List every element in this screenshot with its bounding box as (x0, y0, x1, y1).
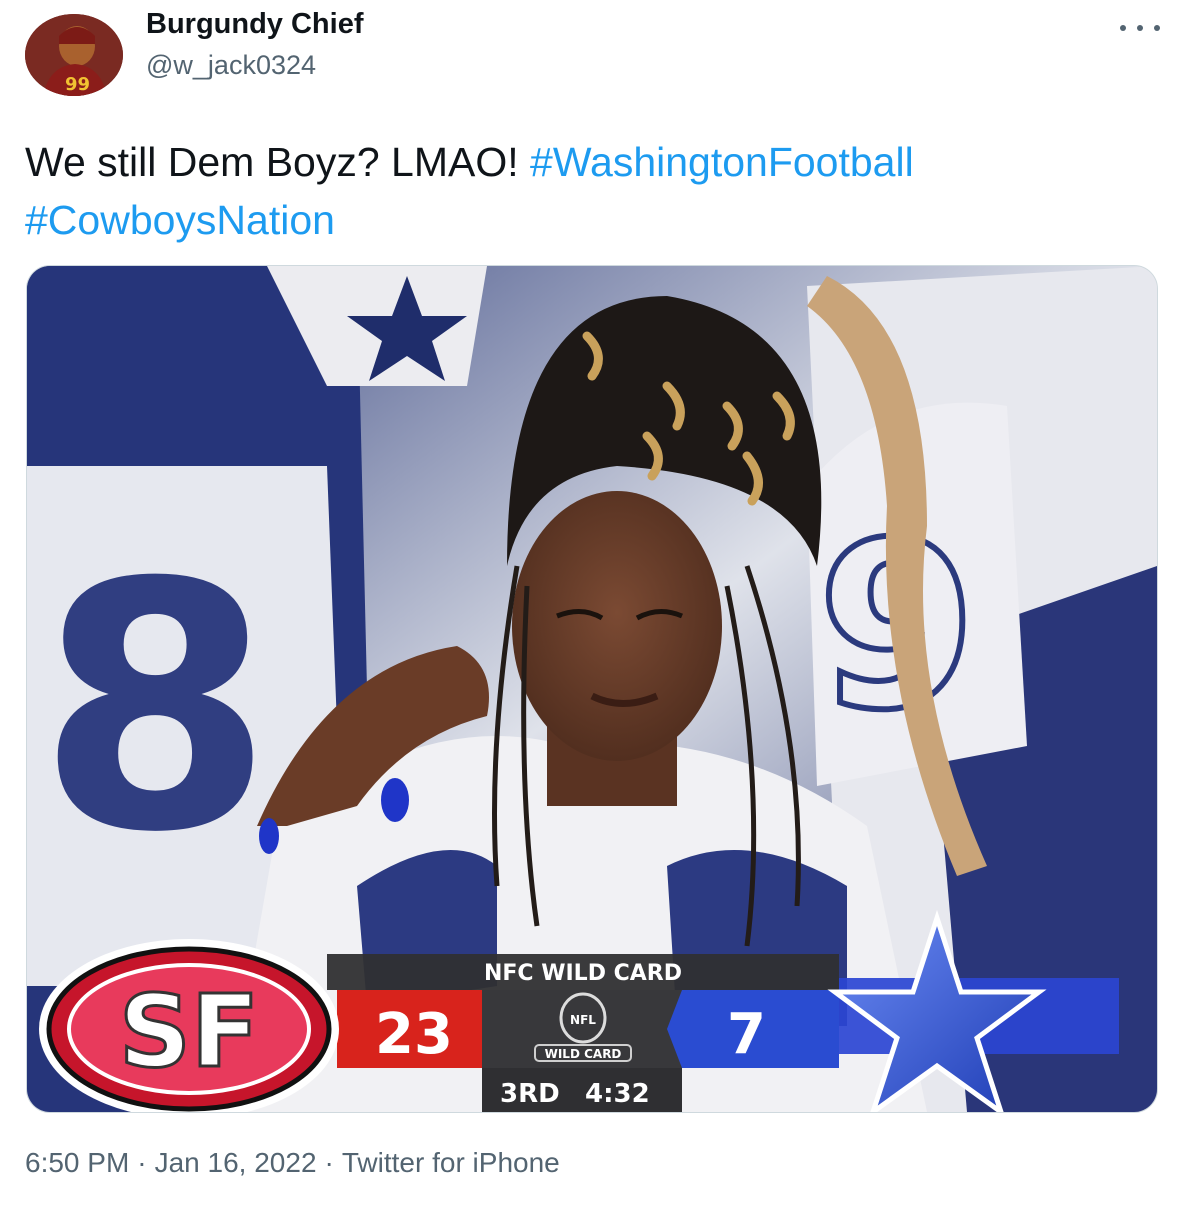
more-dot (1137, 25, 1143, 31)
author-display-name[interactable]: Burgundy Chief (146, 8, 364, 41)
more-options-icon[interactable] (1120, 16, 1160, 40)
author-handle[interactable]: @w_jack0324 (146, 50, 316, 81)
score-left: 23 (375, 1002, 453, 1067)
tweet-date[interactable]: Jan 16, 2022 (155, 1147, 317, 1178)
game-period: 3RD (500, 1079, 560, 1109)
tweet-time[interactable]: 6:50 PM (25, 1147, 129, 1178)
nfl-mark: NFL (570, 1013, 596, 1027)
team-left-logo-text: SF (119, 973, 259, 1090)
more-dot (1120, 25, 1126, 31)
wild-card-badge: WILD CARD (545, 1047, 622, 1061)
tweet-photo[interactable]: 8 9 (26, 265, 1158, 1113)
meta-separator: · (324, 1147, 334, 1178)
author-avatar[interactable]: 99 (25, 14, 123, 96)
scorebug-title: NFC WILD CARD (484, 961, 682, 986)
tweet-body: We still Dem Boyz? LMAO! (25, 139, 531, 185)
tweet-text: We still Dem Boyz? LMAO! #WashingtonFoot… (25, 133, 1145, 249)
hashtag-link[interactable]: #WashingtonFootball (530, 139, 914, 185)
tweet-source[interactable]: Twitter for iPhone (342, 1147, 560, 1178)
tweet-meta: 6:50 PM · Jan 16, 2022 · Twitter for iPhone (25, 1147, 560, 1179)
more-dot (1154, 25, 1160, 31)
meta-separator: · (137, 1147, 147, 1178)
avatar-jersey-number: 99 (65, 74, 90, 95)
svg-text:8: 8 (37, 511, 274, 907)
hashtag-link[interactable]: #CowboysNation (25, 197, 335, 243)
score-right: 7 (727, 1002, 766, 1067)
game-clock: 4:32 (585, 1079, 650, 1109)
